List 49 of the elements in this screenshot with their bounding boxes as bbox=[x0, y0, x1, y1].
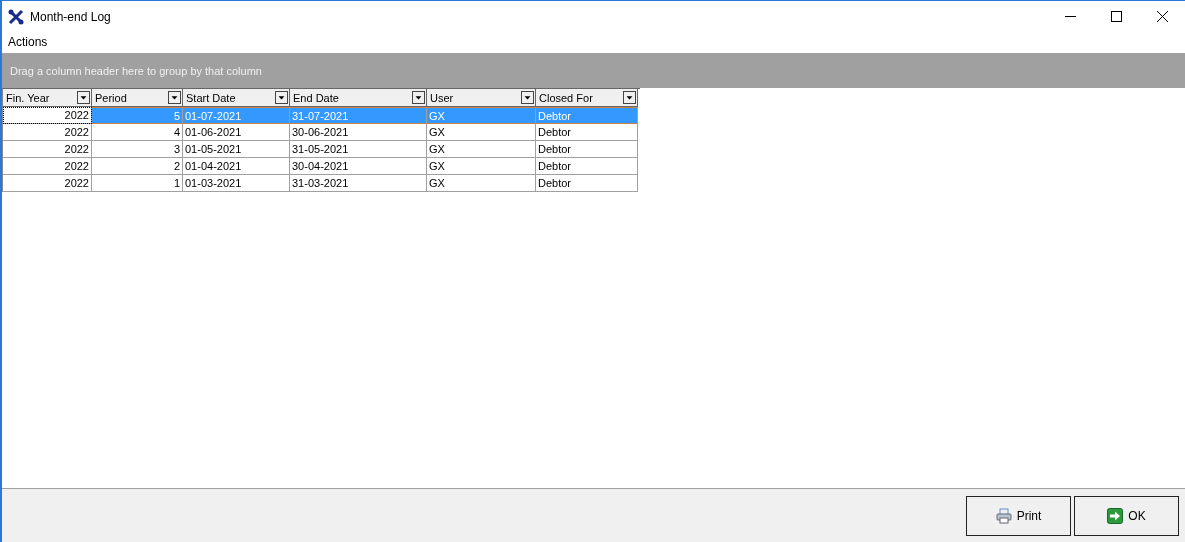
table-cell: 3 bbox=[92, 141, 183, 158]
table-cell: GX bbox=[427, 141, 536, 158]
column-header[interactable]: Closed For bbox=[536, 89, 638, 107]
table-cell: GX bbox=[427, 158, 536, 175]
table-cell: GX bbox=[427, 124, 536, 141]
table-cell: 31-07-2021 bbox=[290, 107, 427, 124]
table-cell: 30-06-2021 bbox=[290, 124, 427, 141]
column-header[interactable]: Start Date bbox=[183, 89, 290, 107]
dropdown-icon[interactable] bbox=[521, 91, 534, 104]
dropdown-icon[interactable] bbox=[623, 91, 636, 104]
table-cell: 2022 bbox=[3, 158, 92, 175]
column-header[interactable]: User bbox=[427, 89, 536, 107]
table-cell: 2022 bbox=[3, 175, 92, 192]
table-cell: 2022 bbox=[3, 107, 92, 124]
table-cell: 01-04-2021 bbox=[183, 158, 290, 175]
table-cell: Debtor bbox=[536, 141, 638, 158]
table-cell: 5 bbox=[92, 107, 183, 124]
table-cell: 31-03-2021 bbox=[290, 175, 427, 192]
table-cell: 2022 bbox=[3, 141, 92, 158]
menu-item[interactable]: Actions bbox=[8, 34, 48, 49]
table-cell: 01-06-2021 bbox=[183, 124, 290, 141]
table-cell: 1 bbox=[92, 175, 183, 192]
dropdown-icon[interactable] bbox=[412, 91, 425, 104]
column-header[interactable]: Fin. Year bbox=[3, 89, 92, 107]
table-cell: 01-05-2021 bbox=[183, 141, 290, 158]
table-cell: Debtor bbox=[536, 107, 638, 124]
dropdown-icon[interactable] bbox=[77, 91, 90, 104]
tools-icon bbox=[8, 8, 24, 25]
table-cell: 01-03-2021 bbox=[183, 175, 290, 192]
group-hint: Drag a column header here to group by that column bbox=[10, 64, 262, 77]
table-cell: 30-04-2021 bbox=[290, 158, 427, 175]
column-header[interactable]: End Date bbox=[290, 89, 427, 107]
table-cell: Debtor bbox=[536, 175, 638, 192]
dropdown-icon[interactable] bbox=[275, 91, 288, 104]
table-cell: 01-07-2021 bbox=[183, 107, 290, 124]
table-cell: Debtor bbox=[536, 124, 638, 141]
window-title: Month-end Log bbox=[30, 9, 112, 24]
table-cell: 4 bbox=[92, 124, 183, 141]
dropdown-icon[interactable] bbox=[168, 91, 181, 104]
table-cell: GX bbox=[427, 107, 536, 124]
table-cell: 2022 bbox=[3, 124, 92, 141]
column-header[interactable]: Period bbox=[92, 89, 183, 107]
table-cell: Debtor bbox=[536, 158, 638, 175]
ok-button[interactable]: OK bbox=[1074, 495, 1179, 536]
print-button[interactable]: Print bbox=[966, 495, 1071, 536]
table-cell: GX bbox=[427, 175, 536, 192]
table-cell: 31-05-2021 bbox=[290, 141, 427, 158]
table-cell: 2 bbox=[92, 158, 183, 175]
printer-icon bbox=[995, 507, 1012, 524]
